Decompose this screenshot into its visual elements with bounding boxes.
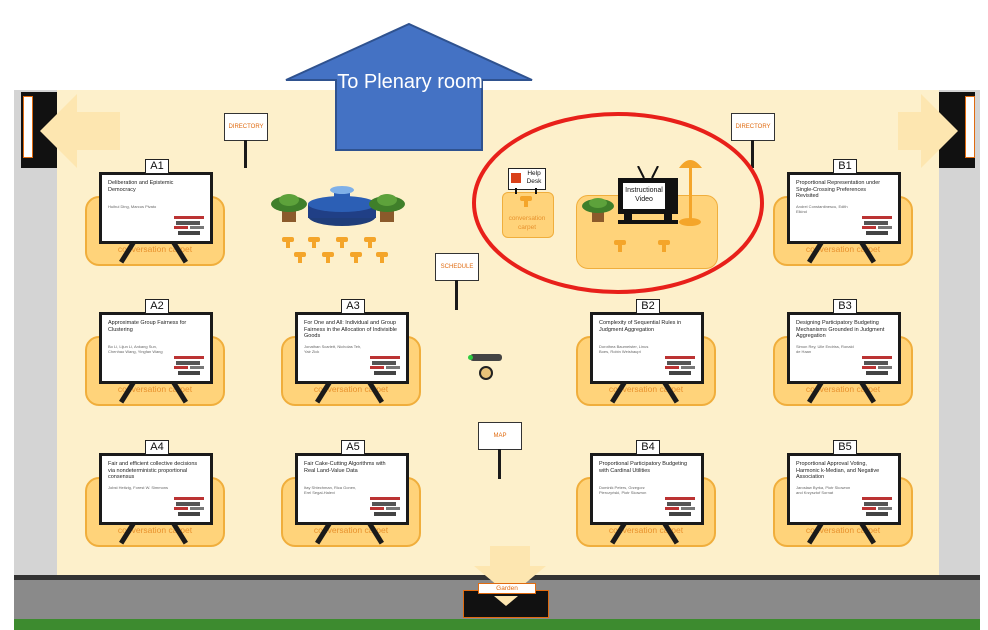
poster-title: Proportional Representation under Single…	[796, 180, 881, 199]
station-id-label: B1	[833, 159, 857, 174]
conversation-carpet-label: conversation carpet	[313, 525, 389, 535]
poster-station-a1[interactable]: conversation carpet Deliberation and Epi…	[85, 159, 225, 282]
poster-station-b1[interactable]: conversation carpet Proportional Represe…	[773, 159, 913, 282]
garden-door-arrow-icon	[494, 596, 518, 606]
poster-station-a5[interactable]: conversation carpet Fair Cake-Cutting Al…	[281, 440, 421, 563]
avatar-name-tag	[470, 354, 502, 361]
word-cloud-icon	[665, 497, 695, 516]
poster-authors: Dominik Peters, Grzegorz Pierczyński, Pi…	[599, 485, 647, 495]
highlight-circle	[472, 112, 764, 294]
map-sign[interactable]: MAP	[478, 422, 522, 450]
poster-station-a3[interactable]: conversation carpet For One and All: Ind…	[281, 299, 421, 422]
schedule-sign-post	[455, 280, 458, 310]
poster-title: Fair and efficient collective decisions …	[108, 461, 198, 480]
word-cloud-icon	[665, 356, 695, 375]
poster-board[interactable]: Approximate Group Fairness for Clusterin…	[99, 312, 213, 384]
map-sign-post	[498, 449, 501, 479]
word-cloud-icon	[370, 497, 400, 516]
poster-board[interactable]: Proportional Approval Voting, Harmonic k…	[787, 453, 901, 525]
conversation-carpet-label: conversation carpet	[805, 525, 881, 535]
garden-sign: Garden	[478, 583, 536, 594]
poster-board[interactable]: Complexity of Sequential Rules in Judgme…	[590, 312, 704, 384]
poster-authors: Simon Rey, Ulle Endriss, Ronald de Haan	[796, 344, 854, 354]
plenary-arrow-label: To Plenary room	[337, 71, 483, 93]
directory-sign-left[interactable]: DIRECTORY	[224, 113, 268, 141]
right-door-sign	[965, 96, 975, 158]
station-id-label: B2	[636, 299, 660, 314]
poster-board[interactable]: Fair and efficient collective decisions …	[99, 453, 213, 525]
poster-board[interactable]: Fair Cake-Cutting Algorithms with Real L…	[295, 453, 409, 525]
word-cloud-icon	[174, 497, 204, 516]
poster-board[interactable]: Proportional Representation under Single…	[787, 172, 901, 244]
poster-title: Approximate Group Fairness for Clusterin…	[108, 320, 187, 333]
station-id-label: A3	[341, 299, 365, 314]
poster-station-b5[interactable]: conversation carpet Proportional Approva…	[773, 440, 913, 563]
poster-authors: Andrei Constantinescu, Edith Elkind	[796, 204, 848, 214]
conversation-carpet-label: conversation carpet	[608, 384, 684, 394]
word-cloud-icon	[370, 356, 400, 375]
station-id-label: A2	[145, 299, 169, 314]
poster-board[interactable]: Deliberation and Epistemic Democracy Hui…	[99, 172, 213, 244]
poster-station-a4[interactable]: conversation carpet Fair and efficient c…	[85, 440, 225, 563]
fountain-icon	[271, 186, 405, 263]
word-cloud-icon	[862, 216, 892, 235]
poster-station-b3[interactable]: conversation carpet Designing Participat…	[773, 299, 913, 422]
word-cloud-icon	[174, 356, 204, 375]
poster-board[interactable]: Designing Participatory Budgeting Mechan…	[787, 312, 901, 384]
avatar[interactable]	[468, 354, 504, 384]
poster-board[interactable]: Proportional Participatory Budgeting wit…	[590, 453, 704, 525]
poster-title: Deliberation and Epistemic Democracy	[108, 180, 174, 193]
avatar-icon	[479, 366, 493, 380]
conversation-carpet-label: conversation carpet	[117, 244, 193, 254]
poster-title: Complexity of Sequential Rules in Judgme…	[599, 320, 682, 333]
poster-title: Proportional Participatory Budgeting wit…	[599, 461, 688, 474]
station-id-label: A5	[341, 440, 365, 455]
word-cloud-icon	[862, 497, 892, 516]
conversation-carpet-label: conversation carpet	[805, 244, 881, 254]
left-door-sign	[23, 96, 33, 158]
poster-station-b2[interactable]: conversation carpet Complexity of Sequen…	[576, 299, 716, 422]
conversation-carpet-label: conversation carpet	[608, 525, 684, 535]
poster-authors: Bo Li, Lijun Li, Ankang Sun, Chenhao Wan…	[108, 344, 163, 354]
poster-board[interactable]: For One and All: Individual and Group Fa…	[295, 312, 409, 384]
plant-icon	[271, 194, 307, 222]
station-id-label: A4	[145, 440, 169, 455]
word-cloud-icon	[862, 356, 892, 375]
grass-strip	[14, 619, 980, 630]
poster-title: Designing Participatory Budgeting Mechan…	[796, 320, 885, 339]
word-cloud-icon	[174, 216, 204, 235]
poster-station-a2[interactable]: conversation carpet Approximate Group Fa…	[85, 299, 225, 422]
poster-authors: Itay Shtechman, Rica Gonen, Erel Segal-H…	[304, 485, 357, 495]
poster-title: Proportional Approval Voting, Harmonic k…	[796, 461, 880, 480]
poster-authors: Jobst Heitzig, Forest W. Simmons	[108, 485, 169, 490]
poster-title: Fair Cake-Cutting Algorithms with Real L…	[304, 461, 386, 474]
conversation-carpet-label: conversation carpet	[313, 384, 389, 394]
avatar-status-dot	[468, 355, 473, 360]
right-exit-arrow[interactable]	[898, 94, 958, 168]
poster-title: For One and All: Individual and Group Fa…	[304, 320, 397, 339]
left-exit-arrow[interactable]	[40, 94, 120, 168]
conversation-carpet-label: conversation carpet	[117, 384, 193, 394]
poster-authors: Huihui Ding, Marcus Pivato	[108, 204, 157, 209]
directory-sign-left-post	[244, 140, 247, 168]
station-id-label: B4	[636, 440, 660, 455]
poster-authors: Dorothea Baumeister, Linus Boes, Robin W…	[599, 344, 649, 354]
poster-authors: Jarosław Byrka, Piotr Skowron and Krzysz…	[796, 485, 851, 495]
poster-station-b4[interactable]: conversation carpet Proportional Partici…	[576, 440, 716, 563]
conversation-carpet-label: conversation carpet	[805, 384, 881, 394]
poster-authors: Jonathan Scarlett, Nicholas Teh, Yair Zi…	[304, 344, 362, 354]
station-id-label: B3	[833, 299, 857, 314]
conversation-carpet-label: conversation carpet	[117, 525, 193, 535]
station-id-label: A1	[145, 159, 169, 174]
station-id-label: B5	[833, 440, 857, 455]
